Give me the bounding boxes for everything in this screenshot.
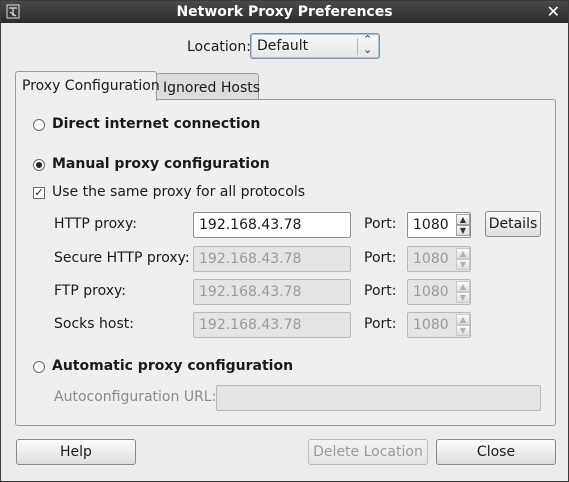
direct-connection-radio[interactable]: [33, 119, 45, 131]
proxy-preferences-window: Network Proxy Preferences ✕ Location: De…: [0, 0, 569, 482]
http-port-value: 1080: [413, 217, 449, 233]
select-separator: [357, 38, 358, 55]
ftp-port-label: Port:: [364, 283, 397, 299]
socks-port-spinner: 1080 ▲ ▼: [407, 312, 471, 338]
automatic-proxy-radio[interactable]: [33, 361, 45, 373]
tab-proxy-configuration[interactable]: Proxy Configuration: [15, 71, 160, 101]
ftp-proxy-label: FTP proxy:: [54, 283, 126, 299]
same-proxy-checkbox[interactable]: ✓: [33, 187, 45, 199]
increment-icon[interactable]: ▲: [456, 214, 470, 225]
location-label: Location:: [187, 39, 251, 55]
http-port-label: Port:: [364, 216, 397, 232]
socks-port-value: 1080: [413, 317, 449, 333]
same-proxy-label[interactable]: Use the same proxy for all protocols: [52, 184, 305, 200]
decrement-icon[interactable]: ▼: [456, 225, 470, 236]
secure-http-proxy-label: Secure HTTP proxy:: [54, 250, 190, 266]
socks-host-input: 192.168.43.78: [193, 312, 351, 338]
tab-ignored-hosts[interactable]: Ignored Hosts: [156, 73, 260, 101]
location-select[interactable]: Default ⌃ ⌄: [250, 33, 380, 59]
secure-port-value: 1080: [413, 251, 449, 267]
secure-port-spinner: 1080 ▲ ▼: [407, 246, 471, 272]
proxy-configuration-panel: Direct internet connection Manual proxy …: [15, 99, 556, 426]
window-title: Network Proxy Preferences: [176, 4, 393, 20]
autoconfig-url-input: [216, 385, 541, 411]
increment-icon: ▲: [456, 248, 470, 259]
ftp-proxy-input: 192.168.43.78: [193, 279, 351, 305]
autoconfig-url-label: Autoconfiguration URL:: [54, 389, 217, 405]
location-row: Location: Default ⌃ ⌄: [1, 33, 568, 61]
http-proxy-input[interactable]: 192.168.43.78: [193, 212, 351, 238]
close-icon[interactable]: ✕: [547, 2, 560, 21]
close-button[interactable]: Close: [436, 439, 556, 465]
help-button[interactable]: Help: [16, 439, 136, 465]
manual-proxy-radio[interactable]: [33, 159, 45, 171]
location-value: Default: [257, 38, 309, 54]
decrement-icon: ▼: [456, 325, 470, 336]
decrement-icon: ▼: [456, 259, 470, 270]
manual-proxy-label[interactable]: Manual proxy configuration: [52, 156, 270, 172]
increment-icon: ▲: [456, 281, 470, 292]
secure-port-label: Port:: [364, 250, 397, 266]
secure-http-proxy-input: 192.168.43.78: [193, 246, 351, 272]
socks-host-label: Socks host:: [54, 316, 134, 332]
ftp-port-spinner: 1080 ▲ ▼: [407, 279, 471, 305]
decrement-icon: ▼: [456, 292, 470, 303]
delete-location-button: Delete Location: [308, 439, 428, 465]
automatic-proxy-label[interactable]: Automatic proxy configuration: [52, 358, 293, 374]
http-proxy-label: HTTP proxy:: [54, 216, 138, 232]
socks-port-label: Port:: [364, 316, 397, 332]
direct-connection-label[interactable]: Direct internet connection: [52, 116, 260, 132]
details-button[interactable]: Details: [485, 211, 541, 237]
ftp-port-value: 1080: [413, 284, 449, 300]
increment-icon: ▲: [456, 314, 470, 325]
chevron-up-down-icon: ⌃ ⌄: [363, 33, 373, 56]
http-port-spinner[interactable]: 1080 ▲ ▼: [407, 212, 471, 238]
title-bar: Network Proxy Preferences ✕: [1, 1, 568, 23]
